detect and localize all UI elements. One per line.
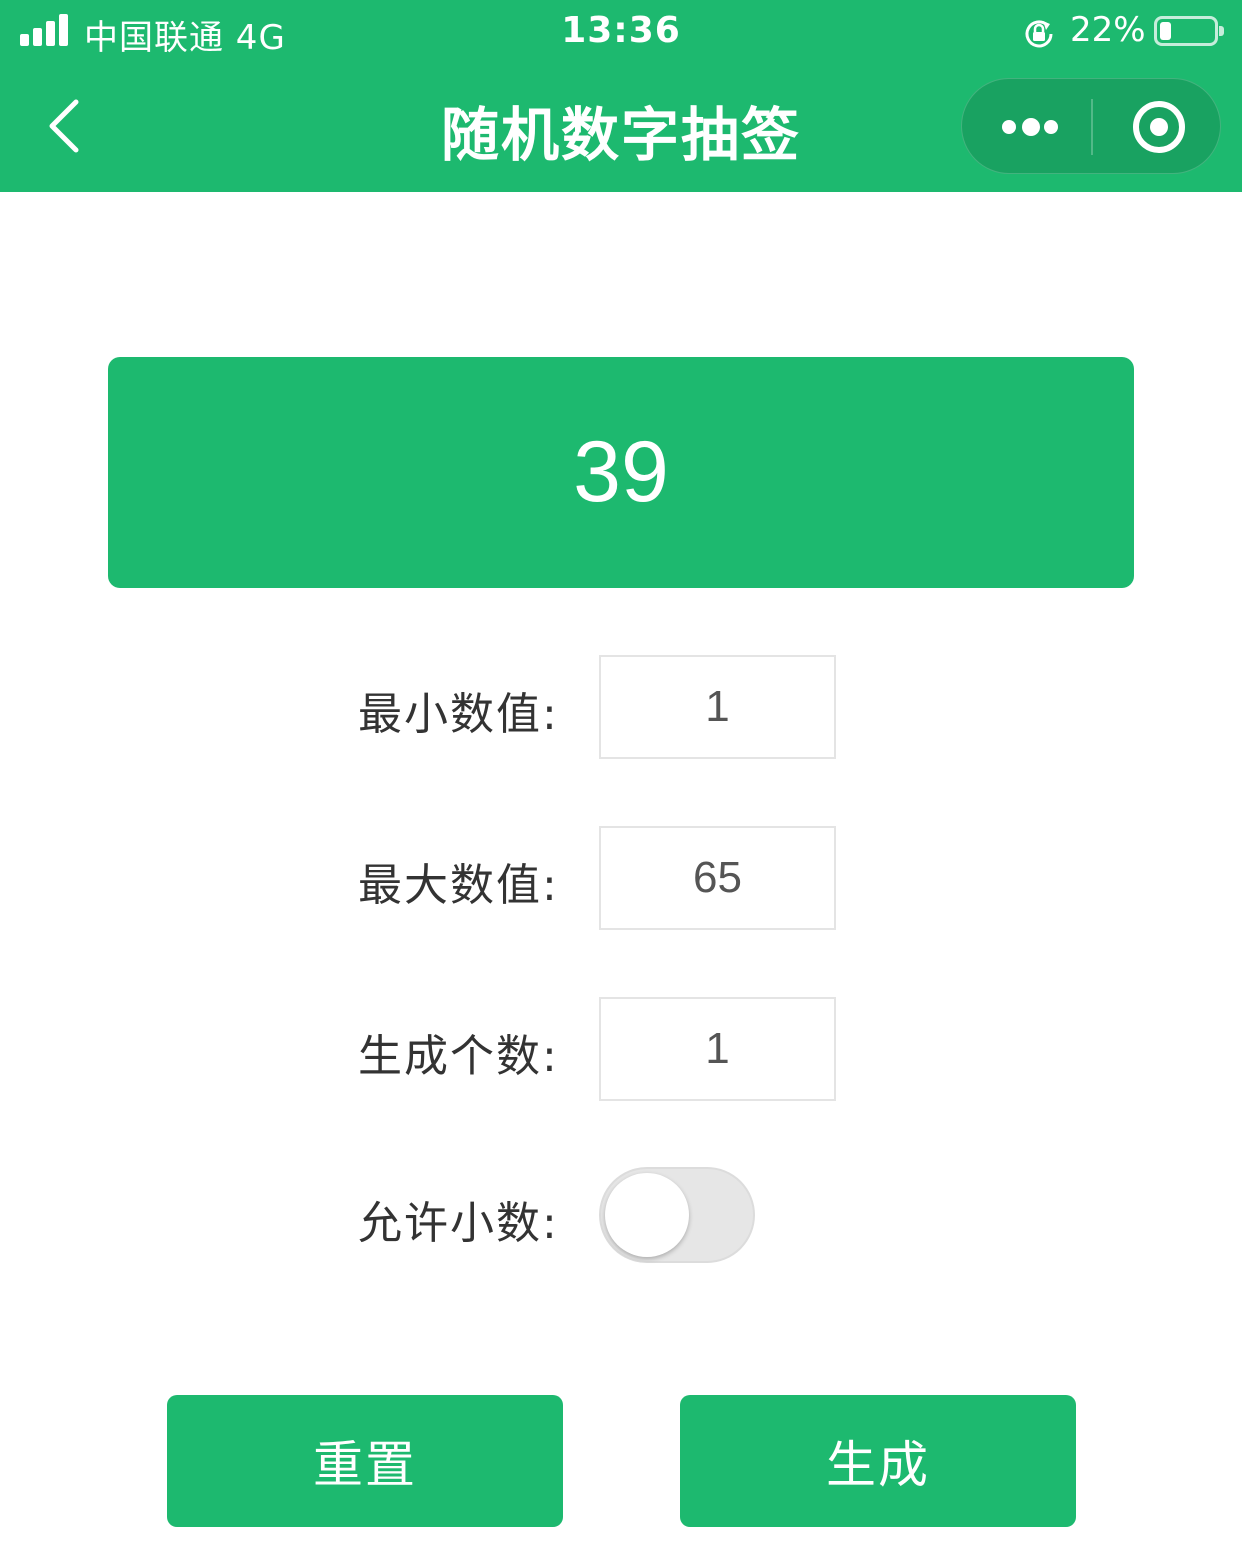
header: 中国联通 4G 13:36 22% 随机数字抽签 [0, 0, 1242, 192]
max-value-label: 最大数值: [358, 860, 559, 911]
battery-icon [1154, 16, 1224, 46]
max-value-input[interactable]: 65 [599, 826, 836, 930]
count-input[interactable]: 1 [599, 997, 836, 1101]
count-label: 生成个数: [358, 1031, 559, 1082]
mini-program-capsule [961, 78, 1221, 174]
min-value-label: 最小数值: [358, 689, 559, 740]
result-display: 39 [108, 357, 1134, 588]
allow-decimal-label: 允许小数: [358, 1198, 559, 1249]
more-button[interactable] [962, 79, 1091, 175]
reset-button[interactable]: 重置 [167, 1395, 563, 1527]
allow-decimal-toggle[interactable] [599, 1167, 755, 1263]
more-dots-icon [1044, 120, 1058, 134]
min-value-input[interactable]: 1 [599, 655, 836, 759]
result-value: 39 [573, 424, 669, 520]
battery-percent: 22% [1070, 10, 1146, 50]
close-button[interactable] [1093, 79, 1222, 175]
more-dots-icon [1022, 118, 1040, 136]
rotation-lock-icon [1025, 20, 1053, 48]
more-dots-icon [1002, 120, 1016, 134]
target-close-icon-dot [1150, 118, 1168, 136]
generate-button[interactable]: 生成 [680, 1395, 1076, 1527]
toggle-knob [605, 1173, 689, 1257]
